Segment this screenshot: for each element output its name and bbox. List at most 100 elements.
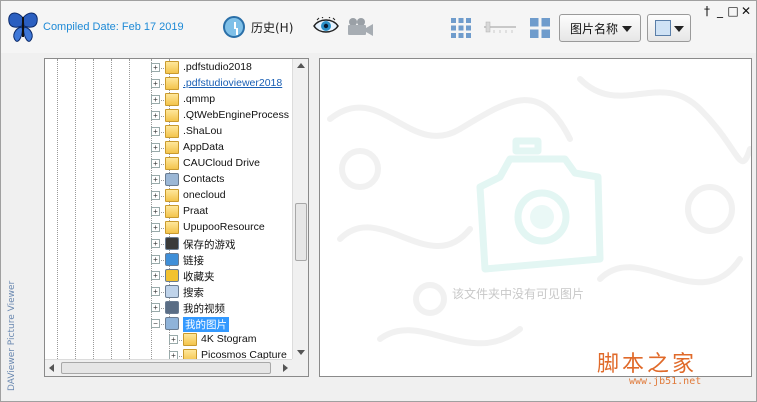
expand-icon[interactable]: + bbox=[151, 303, 160, 312]
search-icon bbox=[165, 285, 179, 298]
tree-item-label: 我的图片 bbox=[183, 317, 229, 332]
tree-item[interactable]: + CAUCloud Drive bbox=[45, 156, 292, 172]
tree-item[interactable]: +4K Stogram bbox=[45, 332, 292, 348]
history-button[interactable]: 历史(H) bbox=[223, 13, 293, 41]
tree-item[interactable]: + Picosmos Capture bbox=[45, 348, 292, 359]
expand-icon[interactable]: + bbox=[151, 239, 160, 248]
tree-item[interactable]: − 我的图片 bbox=[45, 316, 292, 332]
site-watermark-logo: 脚本之家 bbox=[597, 352, 698, 377]
expand-icon[interactable]: + bbox=[151, 191, 160, 200]
tree-item[interactable]: + 保存的游戏 bbox=[45, 236, 292, 252]
tree-item[interactable]: + .pdfstudio2018 bbox=[45, 60, 292, 76]
tree-item-label: CAUCloud Drive bbox=[183, 157, 261, 169]
expand-icon[interactable]: + bbox=[151, 63, 160, 72]
expand-icon[interactable]: + bbox=[151, 287, 160, 296]
expand-icon[interactable]: + bbox=[151, 223, 160, 232]
scroll-right-arrow-icon[interactable] bbox=[283, 364, 288, 372]
tree-item-label: 搜索 bbox=[183, 287, 204, 299]
tree-item[interactable]: + AppData bbox=[45, 140, 292, 156]
saved-games-icon bbox=[165, 237, 179, 250]
expand-icon[interactable]: + bbox=[151, 255, 160, 264]
eye-icon[interactable] bbox=[313, 17, 339, 35]
expand-icon[interactable]: + bbox=[151, 111, 160, 120]
sort-dropdown[interactable]: 图片名称 bbox=[559, 14, 641, 42]
tree-horizontal-scrollbar[interactable] bbox=[45, 359, 292, 376]
folder-icon bbox=[165, 109, 179, 122]
image-view-panel[interactable]: 该文件夹中没有可见图片 bbox=[319, 58, 752, 377]
tree-item[interactable]: + UpupooResource bbox=[45, 220, 292, 236]
scroll-up-arrow-icon[interactable] bbox=[297, 63, 305, 68]
expand-icon[interactable]: + bbox=[151, 271, 160, 280]
expand-icon[interactable]: + bbox=[169, 335, 178, 344]
tree-item[interactable]: + Praat bbox=[45, 204, 292, 220]
folder-icon bbox=[165, 205, 179, 218]
pictures-icon bbox=[165, 317, 179, 330]
picture-icon bbox=[655, 20, 671, 36]
expand-icon[interactable]: + bbox=[151, 175, 160, 184]
pin-icon[interactable]: † bbox=[701, 5, 713, 17]
tree-item-label: 收藏夹 bbox=[183, 271, 215, 283]
expand-icon[interactable]: + bbox=[151, 127, 160, 136]
tree-item-label: 4K Stogram bbox=[201, 333, 257, 345]
tree-item[interactable]: + 收藏夹 bbox=[45, 268, 292, 284]
tree-item-label: Praat bbox=[183, 205, 209, 217]
favorites-icon bbox=[165, 269, 179, 282]
tree-item[interactable]: + Contacts bbox=[45, 172, 292, 188]
history-label: 历史(H) bbox=[251, 20, 294, 35]
folder-icon bbox=[183, 349, 197, 359]
scroll-left-arrow-icon[interactable] bbox=[49, 364, 54, 372]
clock-icon bbox=[223, 16, 245, 38]
large-thumbnails-icon[interactable] bbox=[450, 17, 472, 39]
sort-label: 图片名称 bbox=[570, 21, 619, 36]
app-window: Compiled Date: Feb 17 2019 历史(H) 图片名称 † … bbox=[0, 0, 757, 402]
scroll-down-arrow-icon[interactable] bbox=[297, 350, 305, 355]
video-camera-icon[interactable] bbox=[346, 17, 374, 37]
tree-item-label: Picosmos Capture bbox=[201, 349, 287, 359]
zoom-slider[interactable] bbox=[484, 21, 516, 33]
compiled-date: Compiled Date: Feb 17 2019 bbox=[43, 21, 184, 33]
folder-icon bbox=[165, 221, 179, 234]
expand-icon[interactable]: + bbox=[151, 143, 160, 152]
folder-icon bbox=[165, 93, 179, 106]
scroll-thumb[interactable] bbox=[295, 203, 307, 261]
tree-item-label: 保存的游戏 bbox=[183, 239, 236, 251]
tree-item-label: 链接 bbox=[183, 255, 204, 267]
expand-icon[interactable]: + bbox=[151, 159, 160, 168]
maximize-button[interactable]: □ bbox=[727, 5, 739, 17]
tree-item[interactable]: + .pdfstudioviewer2018 bbox=[45, 76, 292, 92]
tree-item[interactable]: + .QtWebEngineProcess bbox=[45, 108, 292, 124]
tree-vertical-scrollbar[interactable] bbox=[292, 59, 308, 359]
tree-item-label: onecloud bbox=[183, 189, 226, 201]
small-thumbnails-icon[interactable] bbox=[529, 17, 551, 39]
tree-item[interactable]: + onecloud bbox=[45, 188, 292, 204]
close-button[interactable]: ✕ bbox=[740, 5, 752, 17]
links-icon bbox=[165, 253, 179, 266]
chevron-down-icon bbox=[674, 26, 684, 32]
collapse-icon[interactable]: − bbox=[151, 319, 160, 328]
tree-item-label: Contacts bbox=[183, 173, 225, 185]
site-watermark-url: www.jb51.net bbox=[629, 376, 702, 387]
expand-icon[interactable]: + bbox=[151, 207, 160, 216]
folder-icon bbox=[165, 125, 179, 138]
folder-icon bbox=[165, 157, 179, 170]
butterfly-logo-icon bbox=[8, 12, 38, 42]
folder-icon bbox=[183, 333, 197, 346]
tree-item[interactable]: + .ShaLou bbox=[45, 124, 292, 140]
tree-item[interactable]: + 我的视频 bbox=[45, 300, 292, 316]
tree-item-label: .ShaLou bbox=[183, 125, 223, 137]
tree-item[interactable]: + 链接 bbox=[45, 252, 292, 268]
tree-item[interactable]: + .qmmp bbox=[45, 92, 292, 108]
scroll-thumb[interactable] bbox=[61, 362, 271, 374]
tree-item-label: UpupooResource bbox=[183, 221, 265, 233]
expand-icon[interactable]: + bbox=[151, 95, 160, 104]
minimize-button[interactable]: _ bbox=[714, 5, 726, 17]
folder-tree[interactable]: + .pdfstudio2018 + .pdfstudioviewer2018 + .qm… bbox=[44, 58, 309, 377]
chevron-down-icon bbox=[622, 26, 632, 32]
tree-item-label: .pdfstudioviewer2018 bbox=[183, 77, 283, 89]
view-mode-dropdown[interactable] bbox=[647, 14, 691, 42]
expand-icon[interactable]: + bbox=[151, 79, 160, 88]
contacts-icon bbox=[165, 173, 179, 186]
tree-item[interactable]: + 搜索 bbox=[45, 284, 292, 300]
folder-icon bbox=[165, 77, 179, 90]
expand-icon[interactable]: + bbox=[169, 351, 178, 359]
